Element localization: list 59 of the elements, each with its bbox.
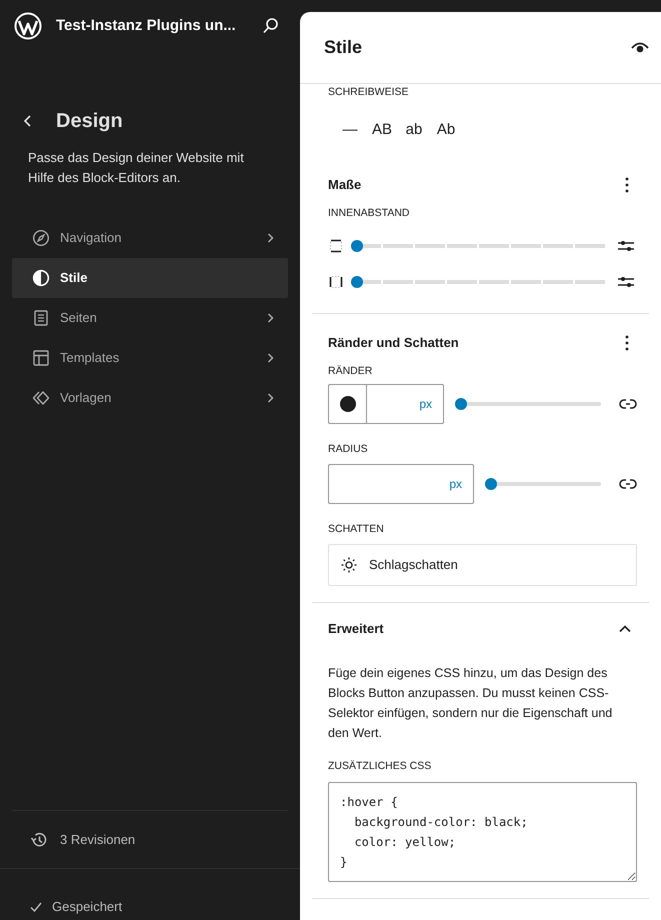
section-toggle[interactable]: Erweitert bbox=[328, 618, 637, 640]
letter-case-option[interactable]: Ab bbox=[432, 116, 460, 144]
settings-icon[interactable] bbox=[618, 275, 634, 289]
nav-item[interactable]: Seiten bbox=[12, 298, 288, 338]
section-description: Füge dein eigenes CSS hinzu, um das Design des Blocks Button anzupassen. Du musst keinen CSS-Selektor einfügen, sondern nur die Eigenschaft und den Wert. bbox=[328, 665, 614, 742]
slider-track[interactable] bbox=[351, 276, 605, 288]
link-icon[interactable] bbox=[619, 398, 637, 410]
side-padding-icon bbox=[329, 275, 343, 289]
nav-icon bbox=[32, 349, 50, 367]
section-title: Ränder und Schatten bbox=[328, 334, 459, 352]
nav-icon bbox=[32, 269, 50, 287]
slider-track[interactable] bbox=[485, 478, 601, 490]
section-label: ZUSÄTZLICHES CSS bbox=[328, 759, 432, 773]
unit-label: px bbox=[449, 476, 462, 493]
section-label: RADIUS bbox=[328, 442, 369, 456]
settings-icon[interactable] bbox=[618, 239, 634, 253]
nav-icon bbox=[32, 309, 50, 327]
sun-icon bbox=[341, 557, 357, 573]
save-status: Gespeichert bbox=[52, 898, 122, 916]
letter-case-option[interactable]: AB bbox=[368, 116, 396, 144]
more-options-icon[interactable] bbox=[625, 335, 629, 351]
eye-icon[interactable] bbox=[631, 40, 649, 54]
side-padding-icon bbox=[329, 239, 343, 253]
sidebar-description: Passe das Design deiner Website mit Hilfe des Block-Editors an. bbox=[28, 149, 245, 187]
unit-label: px bbox=[419, 396, 432, 413]
nav-item[interactable]: Navigation bbox=[12, 218, 288, 258]
search-icon[interactable] bbox=[262, 17, 280, 35]
nav-item[interactable]: Vorlagen bbox=[12, 378, 288, 418]
slider-thumb[interactable] bbox=[485, 478, 497, 490]
slider-track[interactable] bbox=[455, 398, 601, 410]
panel-title: Stile bbox=[324, 36, 362, 59]
link-icon[interactable] bbox=[619, 478, 637, 490]
radius-input[interactable]: px bbox=[328, 464, 474, 504]
nav-icon bbox=[32, 229, 50, 247]
revisions-link[interactable]: 3 Revisionen bbox=[60, 830, 136, 850]
section-label: SCHREIBWEISE bbox=[328, 85, 410, 99]
section-label: SCHATTEN bbox=[328, 522, 385, 536]
section-title: Maße bbox=[328, 176, 362, 194]
section-label: RÄNDER bbox=[328, 364, 374, 378]
sidebar-heading: Design bbox=[56, 109, 123, 134]
site-title[interactable]: Test-Instanz Plugins un... bbox=[56, 14, 236, 38]
letter-case-option[interactable]: — bbox=[336, 116, 364, 144]
color-swatch[interactable] bbox=[340, 396, 356, 412]
section-label: INNENABSTAND bbox=[328, 206, 410, 220]
nav-item[interactable]: Stile bbox=[12, 258, 288, 298]
logo-icon[interactable] bbox=[14, 12, 42, 40]
slider-thumb[interactable] bbox=[455, 398, 467, 410]
shadow-button[interactable]: Schlagschatten bbox=[328, 544, 637, 586]
border-control[interactable]: px bbox=[328, 384, 444, 424]
css-editor[interactable]: :hover { background-color: black; color: yellow; } bbox=[328, 782, 637, 882]
slider-track[interactable] bbox=[351, 240, 605, 252]
history-icon bbox=[30, 830, 48, 848]
slider-thumb[interactable] bbox=[351, 276, 363, 288]
more-options-icon[interactable] bbox=[625, 177, 629, 193]
nav-item[interactable]: Templates bbox=[12, 338, 288, 378]
letter-case-option[interactable]: ab bbox=[400, 116, 428, 144]
slider-thumb[interactable] bbox=[351, 240, 363, 252]
check-icon bbox=[30, 900, 42, 912]
nav-icon bbox=[32, 389, 50, 407]
